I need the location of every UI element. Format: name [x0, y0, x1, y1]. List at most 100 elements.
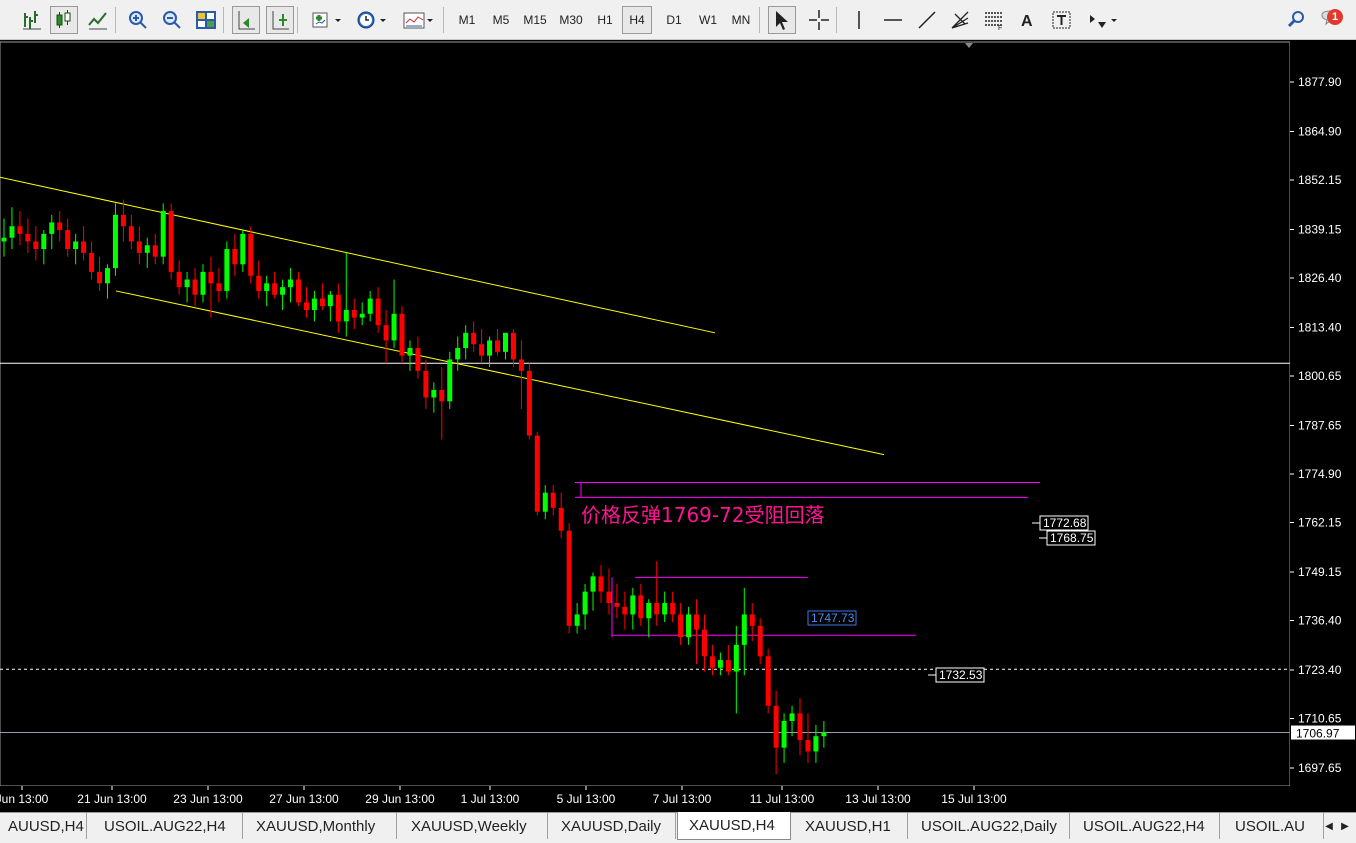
y-tick-label: 1749.15	[1298, 565, 1342, 579]
chart-tab[interactable]: USOIL.AUG22,H4	[93, 813, 243, 839]
text-label-button[interactable]	[1048, 6, 1076, 34]
cursor-button[interactable]	[768, 6, 796, 34]
auto-scroll-button[interactable]	[232, 6, 260, 34]
y-tick-label: 1723.40	[1298, 663, 1342, 677]
plot-area	[0, 41, 1291, 787]
chevron-down-icon	[380, 19, 386, 22]
toolbar: M1 M5 M15 M30 H1 H4 D1 W1 MN F A 1	[0, 0, 1356, 40]
price-label-text: 1768.75	[1050, 531, 1094, 545]
chart-tab[interactable]: XAUUSD,Weekly	[400, 813, 548, 839]
candle-body	[383, 325, 389, 341]
periods-clock-icon	[357, 11, 375, 29]
chart-shift-icon	[272, 11, 289, 30]
candle-body	[813, 736, 819, 752]
fibonacci-fan-button[interactable]	[946, 6, 974, 34]
candle-body	[646, 603, 652, 619]
timeframe-mn-button[interactable]: MN	[726, 6, 756, 34]
text-button[interactable]: A	[1014, 6, 1042, 34]
candle-body	[208, 271, 214, 284]
price-label[interactable]: 1747.73	[807, 610, 857, 626]
price-chart[interactable]: 1877.90 1864.90 1852.15 1839.15 1826.40 1813.…	[0, 40, 1356, 812]
timeframe-d1-button[interactable]: D1	[659, 6, 689, 34]
candle-body	[367, 298, 373, 314]
chart-tab[interactable]: XAUUSD,H1	[794, 813, 908, 839]
price-label[interactable]: 1772.68	[1032, 515, 1089, 531]
candle-body	[41, 233, 47, 250]
fibonacci-retracement-icon: F	[985, 12, 1002, 31]
candle-body	[694, 614, 700, 630]
bar-chart-button[interactable]	[18, 6, 46, 34]
timeframe-m1-button[interactable]: M1	[452, 6, 482, 34]
candle-body	[701, 629, 707, 657]
chart-tab[interactable]: XAUUSD,Daily	[550, 813, 676, 839]
toolbar-separator	[836, 7, 837, 33]
chart-annotation[interactable]: 价格反弹1769-72受阻回落	[581, 503, 825, 527]
tab-scroll-right-icon[interactable]: ▶	[1338, 817, 1352, 835]
candle-body	[678, 614, 684, 638]
x-tick-label: 23 Jun 13:00	[173, 792, 243, 806]
horizontal-line-button[interactable]	[879, 6, 907, 34]
trendline-button[interactable]	[913, 6, 941, 34]
chart-shift-button[interactable]	[266, 6, 294, 34]
zoom-out-button[interactable]	[158, 6, 186, 34]
tab-scroll-left-icon[interactable]: ◀	[1322, 817, 1336, 835]
y-tick-label: 1787.65	[1298, 418, 1342, 432]
x-tick-label: 21 Jun 13:00	[77, 792, 147, 806]
search-button[interactable]	[1283, 6, 1311, 34]
crosshair-icon	[809, 10, 829, 30]
candle-body	[224, 249, 230, 291]
text-label-icon	[1052, 11, 1071, 29]
timeframe-m30-button[interactable]: M30	[554, 6, 588, 34]
zoom-out-icon	[163, 11, 181, 29]
chart-tab[interactable]: USOIL.AU	[1224, 813, 1324, 839]
candle-body	[9, 226, 15, 238]
y-tick-label: 1826.40	[1298, 271, 1342, 285]
candle-body	[423, 370, 429, 398]
x-tick-label: 15 Jul 13:00	[941, 792, 1007, 806]
candle-body	[662, 603, 668, 615]
chart-tab[interactable]: USOIL.AUG22,H4	[1072, 813, 1220, 839]
candle-body	[176, 271, 182, 288]
chart-tab[interactable]: USOIL.AUG22,Daily	[910, 813, 1070, 839]
price-label[interactable]: 1768.75	[1039, 530, 1096, 546]
chart-tab[interactable]: XAUUSD,Monthly	[245, 813, 397, 839]
timeframe-m5-button[interactable]: M5	[486, 6, 516, 34]
indicators-button[interactable]	[306, 6, 348, 34]
arrows-icon	[1090, 15, 1106, 28]
candle-body	[335, 294, 341, 322]
chart-tab[interactable]: XAUUSD,H4	[677, 812, 791, 840]
timeframe-h1-button[interactable]: H1	[591, 6, 619, 34]
templates-button[interactable]	[398, 6, 440, 34]
candle-body	[558, 507, 564, 531]
timeframe-m15-button[interactable]: M15	[518, 6, 552, 34]
y-tick-label: 1774.90	[1298, 467, 1342, 481]
candle-body	[518, 359, 524, 371]
zoom-in-button[interactable]	[124, 6, 152, 34]
svg-text:A: A	[1021, 13, 1033, 30]
search-icon	[1287, 11, 1304, 28]
tile-windows-button[interactable]	[192, 6, 220, 34]
timeframe-h4-button[interactable]: H4	[622, 6, 652, 34]
candle-body	[789, 713, 795, 721]
x-tick-label: 27 Jun 13:00	[269, 792, 339, 806]
crosshair-button[interactable]	[805, 6, 833, 34]
candle-body	[630, 595, 636, 615]
templates-icon	[403, 12, 425, 29]
candle-body	[288, 279, 294, 288]
vertical-line-button[interactable]	[845, 6, 873, 34]
periods-clock-button[interactable]	[351, 6, 393, 34]
candle-body	[49, 222, 55, 234]
chart-tab[interactable]: AUUSD,H4	[0, 813, 87, 839]
candle-body	[717, 660, 723, 668]
notification-badge: 1	[1327, 9, 1343, 25]
candle-body	[455, 348, 461, 360]
x-tick-label: 13 Jul 13:00	[845, 792, 911, 806]
timeframe-w1-button[interactable]: W1	[693, 6, 723, 34]
chart-window[interactable]: 1877.90 1864.90 1852.15 1839.15 1826.40 1813.…	[0, 40, 1356, 812]
candle-body	[399, 313, 405, 356]
fibonacci-retracement-button[interactable]: F	[980, 6, 1008, 34]
candlestick-chart-button[interactable]	[50, 6, 78, 34]
price-label[interactable]: 1732.53	[928, 667, 985, 683]
arrows-button[interactable]	[1082, 6, 1124, 34]
line-chart-button[interactable]	[84, 6, 112, 34]
